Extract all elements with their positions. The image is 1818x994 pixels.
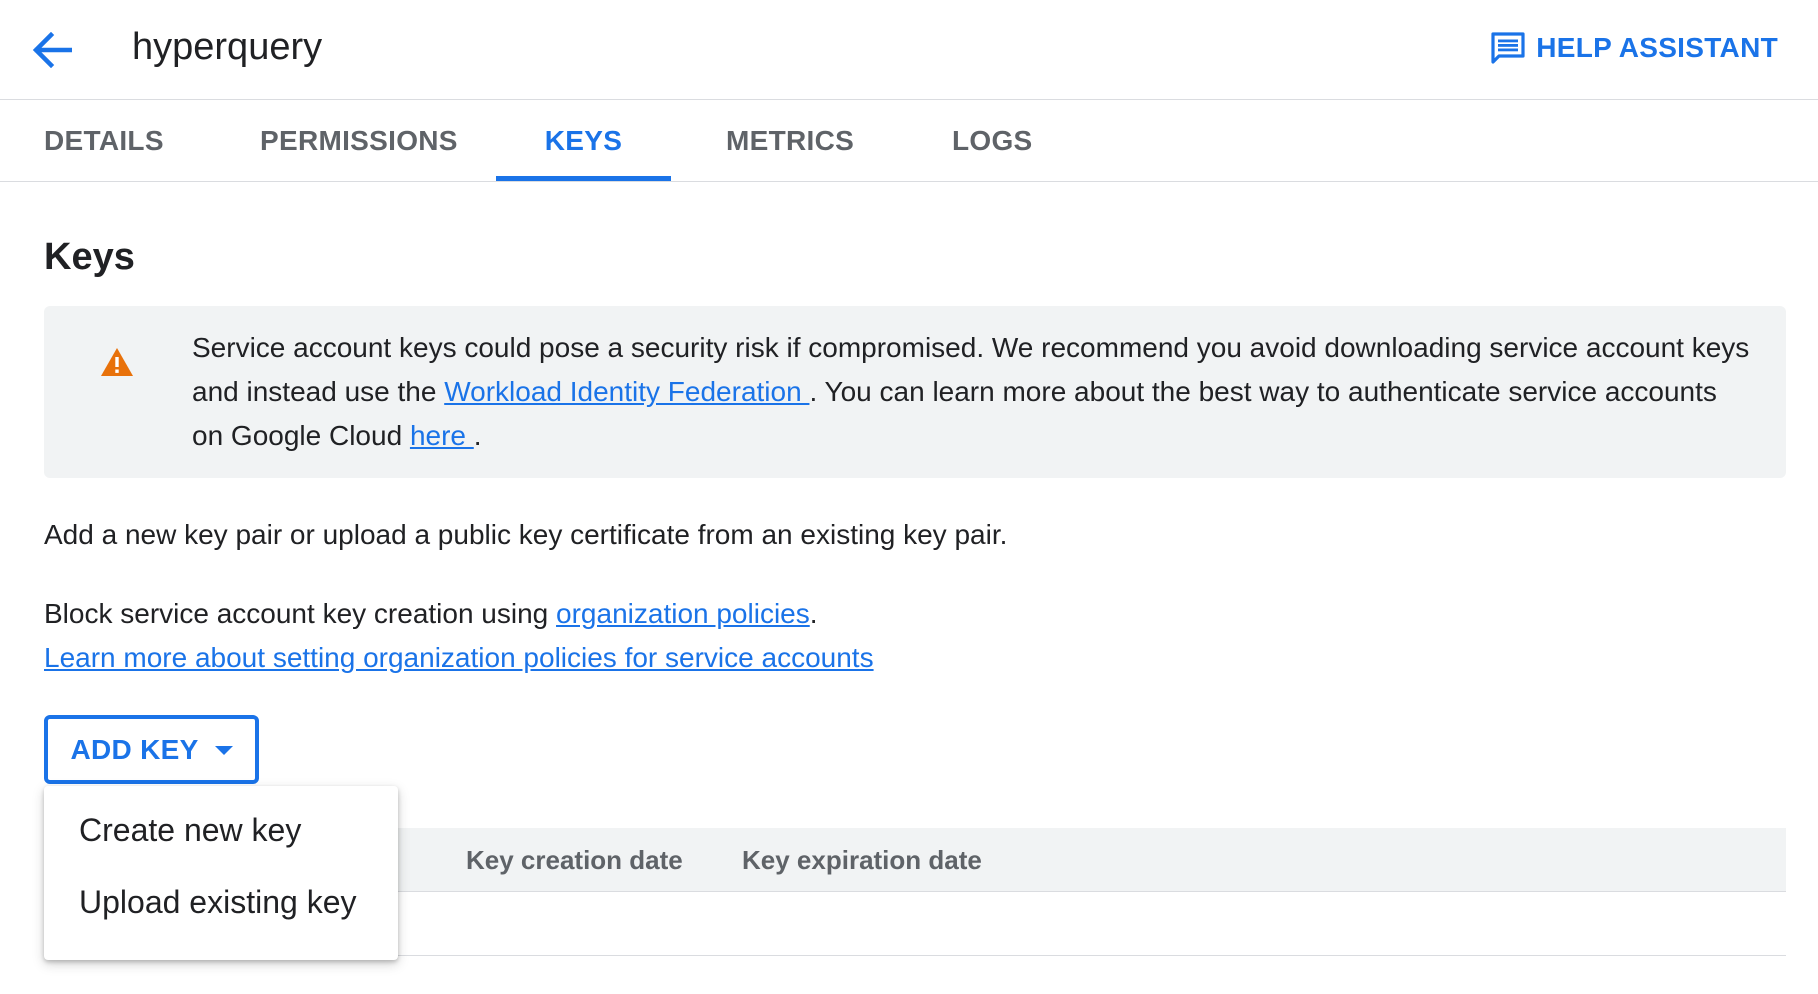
tab-metrics[interactable]: METRICS xyxy=(722,100,858,182)
warning-text: Service account keys could pose a securi… xyxy=(192,326,1752,458)
column-header-key-creation-date[interactable]: Key creation date xyxy=(466,828,683,892)
add-key-button[interactable]: ADD KEY xyxy=(44,715,259,784)
help-assistant-button[interactable]: HELP ASSISTANT xyxy=(1490,26,1778,70)
security-warning-banner: Service account keys could pose a securi… xyxy=(44,306,1786,478)
page-title: hyperquery xyxy=(132,26,323,68)
active-tab-indicator xyxy=(496,176,671,181)
add-key-menu: Create new key Upload existing key xyxy=(44,786,398,960)
workload-identity-federation-link[interactable]: Workload Identity Federation xyxy=(444,376,809,407)
chat-icon xyxy=(1491,32,1525,64)
warning-text-part-3: . xyxy=(473,420,482,451)
page: hyperquery HELP ASSISTANT DETAILS PERMIS… xyxy=(0,0,1818,994)
tab-logs[interactable]: LOGS xyxy=(948,100,1037,182)
block-text-end: . xyxy=(809,598,818,629)
tab-keys[interactable]: KEYS xyxy=(496,100,671,182)
warning-icon xyxy=(101,348,133,376)
block-text: Block service account key creation using xyxy=(44,598,557,629)
menu-item-upload-existing-key[interactable]: Upload existing key xyxy=(44,866,398,938)
tab-details[interactable]: DETAILS xyxy=(40,100,168,182)
tab-permissions[interactable]: PERMISSIONS xyxy=(256,100,462,182)
organization-policies-link[interactable]: organization policies xyxy=(556,598,810,629)
learn-more-org-policies-link[interactable]: Learn more about setting organization po… xyxy=(44,642,874,673)
add-key-label: ADD KEY xyxy=(70,733,199,765)
tab-bar: DETAILS PERMISSIONS KEYS METRICS LOGS xyxy=(0,100,1818,182)
authentication-here-link[interactable]: here xyxy=(410,420,474,451)
arrow-left-icon xyxy=(32,32,72,68)
learn-more-line: Learn more about setting organization po… xyxy=(44,636,874,680)
block-key-creation-text: Block service account key creation using… xyxy=(44,592,818,636)
back-button[interactable] xyxy=(24,22,80,78)
keys-intro-text: Add a new key pair or upload a public ke… xyxy=(44,519,1008,550)
top-header: hyperquery HELP ASSISTANT xyxy=(0,0,1818,100)
section-title: Keys xyxy=(44,236,135,278)
column-header-key-expiration-date[interactable]: Key expiration date xyxy=(742,828,982,892)
menu-item-create-new-key[interactable]: Create new key xyxy=(44,794,398,866)
help-assistant-label: HELP ASSISTANT xyxy=(1536,32,1778,63)
caret-down-icon xyxy=(214,746,233,755)
